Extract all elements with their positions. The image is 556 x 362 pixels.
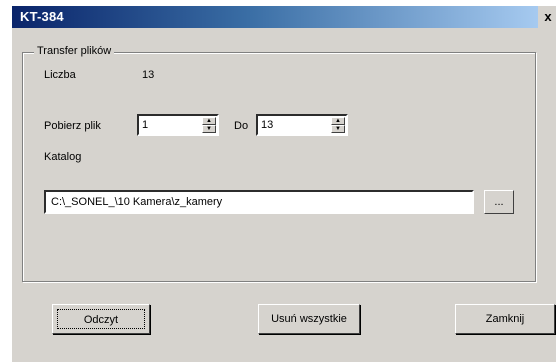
window-title: KT-384 bbox=[20, 9, 64, 24]
from-spinbox[interactable]: 1 ▲ ▼ bbox=[137, 114, 219, 136]
transfer-group bbox=[22, 52, 536, 282]
close-button[interactable]: Zamknij bbox=[455, 304, 555, 334]
from-spinbox-arrows[interactable]: ▲ ▼ bbox=[202, 117, 216, 133]
browse-button[interactable]: ... bbox=[484, 190, 514, 214]
to-spinbox-value: 13 bbox=[261, 119, 274, 131]
count-value: 13 bbox=[142, 69, 155, 81]
to-label: Do bbox=[234, 120, 249, 132]
delete-all-button[interactable]: Usuń wszystkie bbox=[258, 304, 360, 334]
close-window-button[interactable]: x bbox=[540, 9, 556, 25]
spin-up-icon[interactable]: ▲ bbox=[331, 117, 345, 125]
transfer-group-label: Transfer plików bbox=[34, 45, 115, 57]
spin-down-icon[interactable]: ▼ bbox=[331, 125, 345, 133]
read-button[interactable]: Odczyt bbox=[52, 304, 150, 334]
from-spinbox-value: 1 bbox=[142, 119, 149, 131]
title-bar: KT-384 bbox=[12, 6, 538, 28]
to-spinbox[interactable]: 13 ▲ ▼ bbox=[256, 114, 348, 136]
read-button-label: Odczyt bbox=[57, 309, 145, 329]
download-label: Pobierz plik bbox=[44, 120, 101, 132]
catalog-label: Katalog bbox=[44, 151, 82, 163]
count-label: Liczba bbox=[44, 69, 76, 81]
catalog-path-field[interactable]: C:\_SONEL_\10 Kamera\z_kamery bbox=[44, 190, 474, 214]
spin-up-icon[interactable]: ▲ bbox=[202, 117, 216, 125]
spin-down-icon[interactable]: ▼ bbox=[202, 125, 216, 133]
to-spinbox-arrows[interactable]: ▲ ▼ bbox=[331, 117, 345, 133]
